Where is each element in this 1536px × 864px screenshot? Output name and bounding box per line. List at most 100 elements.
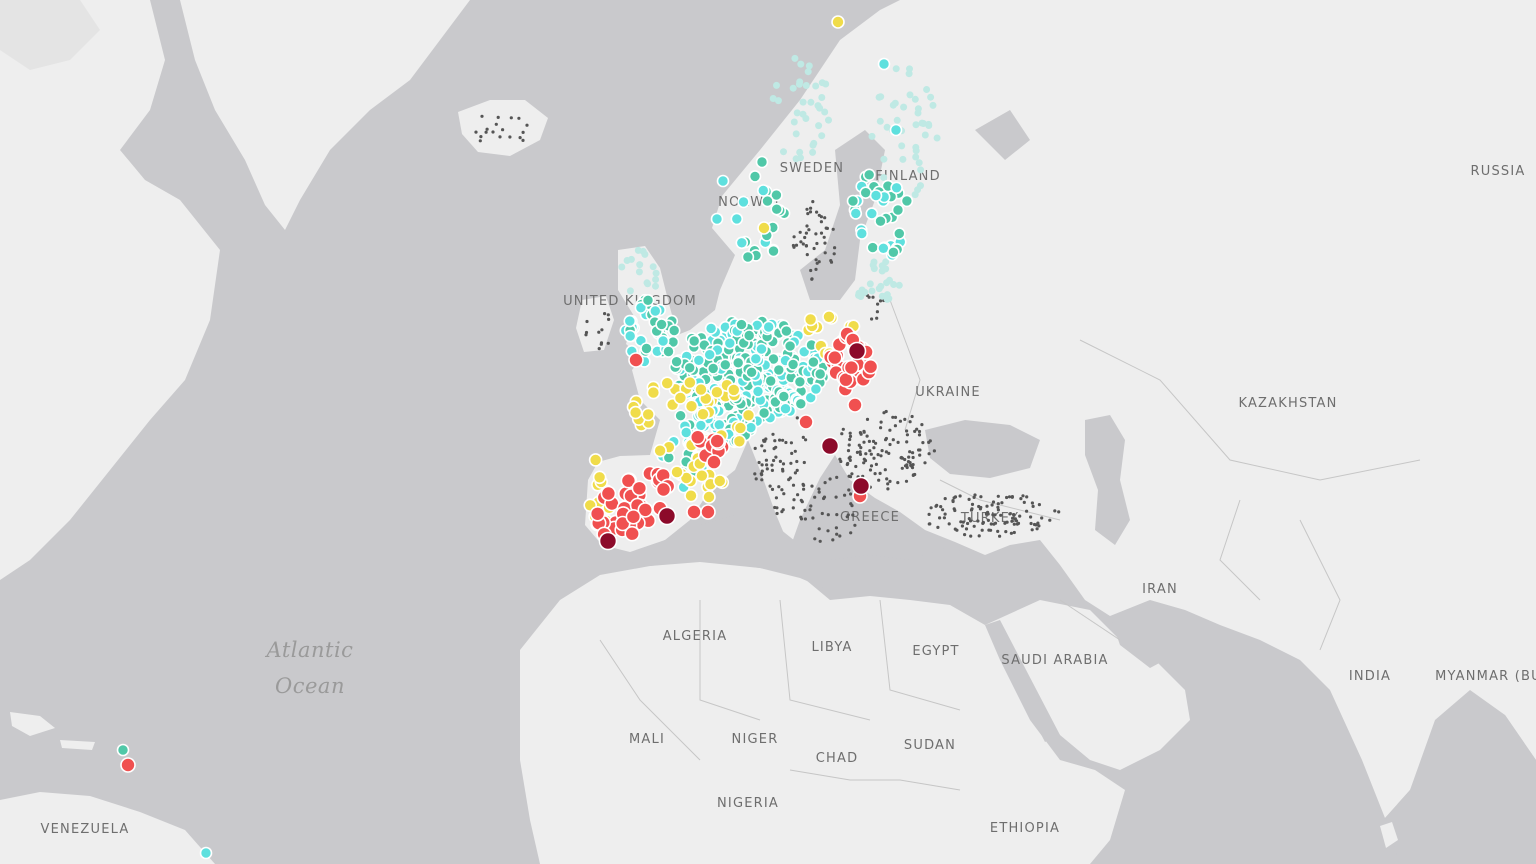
good-station-marker[interactable] [756,184,770,197]
moderate-station-marker[interactable] [741,408,756,423]
no-data-station-marker[interactable] [1034,523,1038,527]
no-data-station-marker[interactable] [953,527,957,531]
no-data-station-marker[interactable] [1010,495,1015,499]
no-data-station-marker[interactable] [936,525,940,530]
faint-station-marker[interactable] [895,281,903,289]
no-data-station-marker[interactable] [820,511,824,516]
no-data-station-marker[interactable] [491,130,495,134]
no-data-station-marker[interactable] [993,521,998,525]
excellent-station-marker[interactable] [741,250,755,264]
very-poor-station-marker[interactable] [598,531,618,551]
no-data-station-marker[interactable] [879,420,883,424]
good-station-marker[interactable] [703,348,717,362]
no-data-station-marker[interactable] [882,411,886,415]
faint-station-marker[interactable] [893,116,901,124]
no-data-station-marker[interactable] [760,463,764,467]
excellent-station-marker[interactable] [767,244,780,258]
no-data-station-marker[interactable] [993,513,997,517]
no-data-station-marker[interactable] [1025,495,1029,499]
moderate-station-marker[interactable] [710,385,724,400]
no-data-station-marker[interactable] [867,295,871,299]
no-data-station-marker[interactable] [597,347,601,351]
poor-station-marker[interactable] [686,504,702,520]
no-data-station-marker[interactable] [801,242,805,246]
faint-station-marker[interactable] [618,263,626,271]
excellent-station-marker[interactable] [777,390,791,403]
no-data-station-marker[interactable] [789,461,793,465]
faint-station-marker[interactable] [793,109,801,117]
no-data-station-marker[interactable] [883,468,887,472]
no-data-station-marker[interactable] [774,496,779,500]
excellent-station-marker[interactable] [718,358,732,372]
no-data-station-marker[interactable] [799,498,803,502]
map-canvas[interactable]: SWEDEN FINLAND NORWAY RUSSIA UNITED KINGDOM U… [0,0,1536,864]
no-data-station-marker[interactable] [979,505,983,510]
no-data-station-marker[interactable] [790,451,794,455]
no-data-station-marker[interactable] [1012,522,1016,526]
moderate-station-marker[interactable] [684,399,699,414]
excellent-station-marker[interactable] [807,355,820,369]
no-data-station-marker[interactable] [1000,501,1004,505]
no-data-station-marker[interactable] [979,495,983,499]
no-data-station-marker[interactable] [878,299,883,303]
no-data-station-marker[interactable] [905,429,909,433]
no-data-station-marker[interactable] [834,526,839,530]
no-data-station-marker[interactable] [770,468,775,472]
moderate-station-marker[interactable] [726,383,741,397]
no-data-station-marker[interactable] [846,449,851,453]
no-data-station-marker[interactable] [996,529,1000,534]
no-data-station-marker[interactable] [1030,501,1034,505]
no-data-station-marker[interactable] [509,116,513,120]
no-data-station-marker[interactable] [498,135,502,139]
good-station-marker[interactable] [735,236,749,250]
no-data-station-marker[interactable] [835,513,839,517]
no-data-station-marker[interactable] [849,531,853,535]
no-data-station-marker[interactable] [943,512,947,516]
excellent-station-marker[interactable] [887,246,900,259]
excellent-station-marker[interactable] [735,318,748,331]
no-data-station-marker[interactable] [838,457,842,461]
excellent-station-marker[interactable] [786,358,800,371]
no-data-station-marker[interactable] [907,455,911,459]
no-data-station-marker[interactable] [805,207,809,211]
no-data-station-marker[interactable] [905,440,909,444]
faint-station-marker[interactable] [927,93,935,101]
no-data-station-marker[interactable] [753,446,757,450]
no-data-station-marker[interactable] [823,251,827,255]
no-data-station-marker[interactable] [878,471,882,475]
no-data-station-marker[interactable] [867,439,872,443]
excellent-station-marker[interactable] [780,324,793,338]
good-station-marker[interactable] [723,336,737,350]
faint-station-marker[interactable] [635,268,643,276]
no-data-station-marker[interactable] [996,508,1001,512]
moderate-station-marker[interactable] [733,421,748,435]
faint-station-marker[interactable] [795,80,803,88]
faint-station-marker[interactable] [799,98,807,106]
good-station-marker[interactable] [692,353,706,367]
faint-station-marker[interactable] [652,269,660,277]
no-data-station-marker[interactable] [822,495,827,499]
moderate-station-marker[interactable] [646,385,661,400]
poor-station-marker[interactable] [628,352,644,368]
moderate-station-marker[interactable] [712,474,727,488]
no-data-station-marker[interactable] [802,460,806,465]
faint-station-marker[interactable] [911,191,919,199]
no-data-station-marker[interactable] [1029,521,1033,526]
no-data-station-marker[interactable] [1010,519,1014,523]
no-data-station-marker[interactable] [485,127,489,131]
no-data-station-marker[interactable] [606,313,610,317]
no-data-station-marker[interactable] [921,441,925,445]
faint-station-marker[interactable] [898,142,906,150]
no-data-station-marker[interactable] [976,519,980,523]
no-data-station-marker[interactable] [848,455,852,459]
good-station-marker[interactable] [694,419,708,432]
excellent-station-marker[interactable] [731,356,745,370]
no-data-station-marker[interactable] [1016,521,1021,526]
no-data-station-marker[interactable] [952,496,956,500]
no-data-station-marker[interactable] [803,517,808,521]
faint-station-marker[interactable] [789,84,797,92]
no-data-station-marker[interactable] [828,477,832,481]
no-data-station-marker[interactable] [966,521,970,526]
no-data-station-marker[interactable] [920,423,924,427]
no-data-station-marker[interactable] [787,478,791,482]
